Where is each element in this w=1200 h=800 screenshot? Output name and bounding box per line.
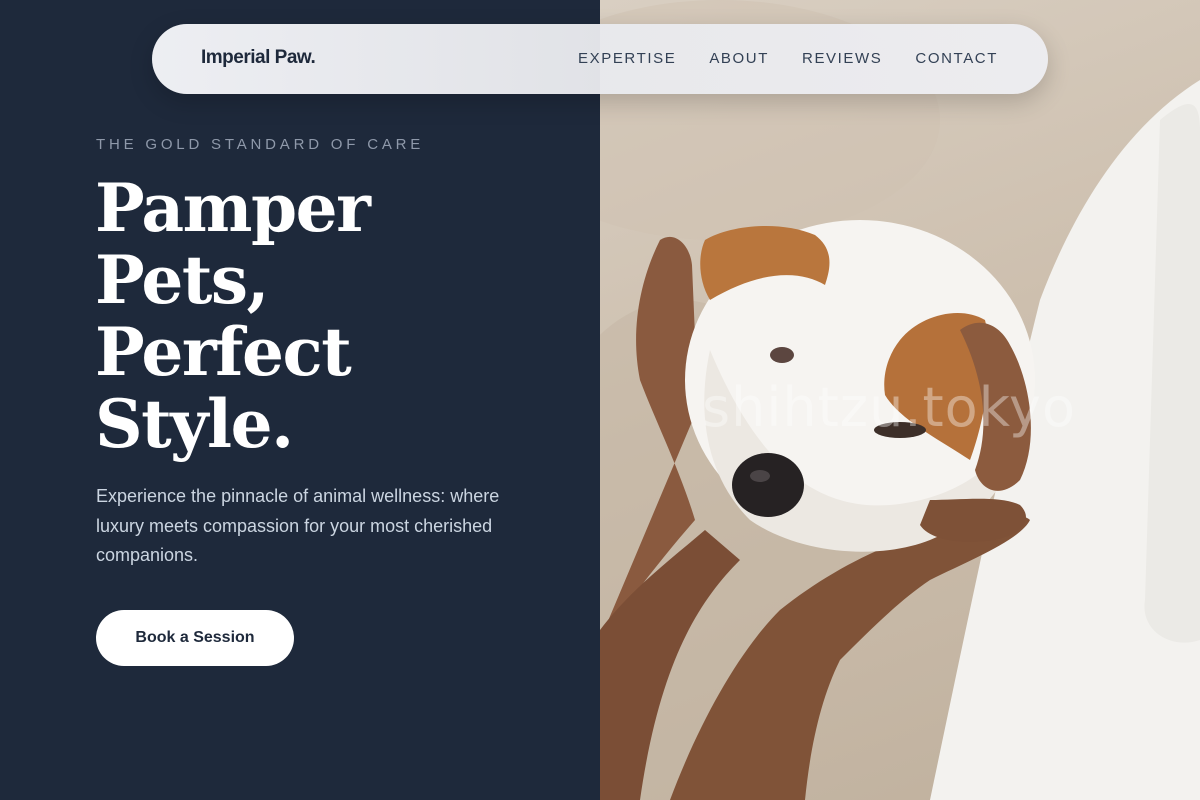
nav-link-about[interactable]: ABOUT <box>709 50 769 67</box>
top-navbar: Imperial Paw. EXPERTISE ABOUT REVIEWS CO… <box>152 24 1048 94</box>
headline-line-3: Perfect <box>95 313 352 391</box>
hero-image: shihtzu.tokyo <box>600 0 1200 800</box>
nav-link-expertise[interactable]: EXPERTISE <box>578 50 676 67</box>
book-session-button[interactable]: Book a Session <box>96 610 294 666</box>
nav-links: EXPERTISE ABOUT REVIEWS CONTACT <box>578 50 998 67</box>
headline-line-4: Style. <box>95 385 294 463</box>
hero-description: Experience the pinnacle of animal wellne… <box>96 486 500 565</box>
headline-line-1: Pamper <box>95 169 371 247</box>
brand-logo[interactable]: Imperial Paw. <box>201 47 316 69</box>
headline-line-2: Pets, <box>95 241 269 319</box>
hero-eyebrow: THE GOLD STANDARD OF CARE <box>96 136 425 153</box>
nav-link-contact[interactable]: CONTACT <box>915 50 998 67</box>
nav-link-reviews[interactable]: REVIEWS <box>802 50 882 67</box>
hero-headline: Pamper Pets, Perfect Style. <box>95 172 535 460</box>
watermark-text: shihtzu.tokyo <box>702 376 1077 439</box>
